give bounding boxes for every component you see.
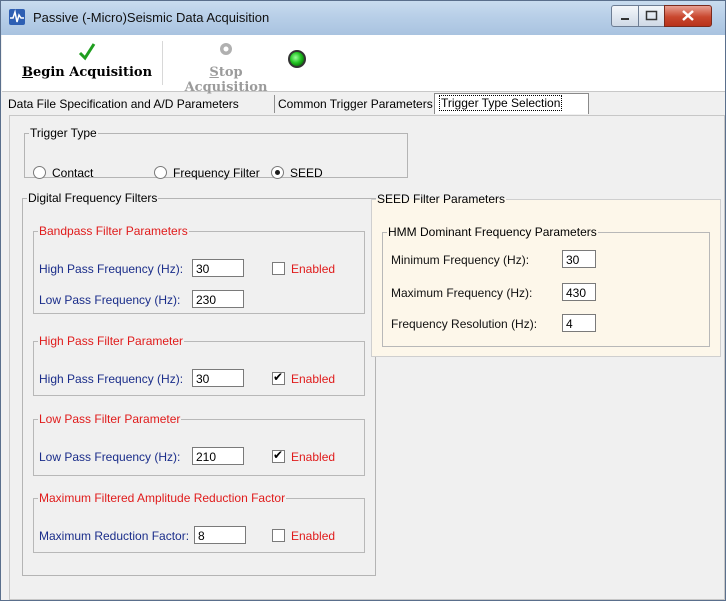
lowpass-enabled-box bbox=[272, 448, 285, 463]
maximize-icon bbox=[645, 10, 658, 21]
lowpass-filter-group: Low Pass Filter Parameter Low Pass Frequ… bbox=[33, 412, 365, 476]
lowpass-enabled-label: Enabled bbox=[291, 450, 336, 464]
main-window: Passive (-Micro)Seismic Data Acquisition… bbox=[0, 0, 726, 601]
toolbar: Begin Acquisition Stop Acquisition bbox=[2, 35, 725, 95]
highpass-enabled-checkbox[interactable]: Enabled bbox=[272, 370, 336, 386]
highpass-filter-group: High Pass Filter Parameter High Pass Fre… bbox=[33, 334, 365, 396]
frequency-resolution-label: Frequency Resolution (Hz): bbox=[391, 317, 538, 331]
stop-gear-icon bbox=[220, 43, 232, 55]
tab-trigger-type-selection-label: Trigger Type Selection bbox=[439, 95, 563, 111]
highpass-input[interactable]: 30 bbox=[192, 369, 244, 387]
max-reduction-legend: Maximum Filtered Amplitude Reduction Fac… bbox=[39, 491, 286, 505]
close-icon bbox=[682, 10, 694, 21]
bandpass-filter-group: Bandpass Filter Parameters High Pass Fre… bbox=[33, 224, 365, 314]
seed-filter-group: SEED Filter Parameters HMM Dominant Freq… bbox=[371, 192, 721, 357]
max-reduction-enabled-label: Enabled bbox=[291, 529, 336, 543]
bandpass-filter-legend: Bandpass Filter Parameters bbox=[39, 224, 188, 238]
hmm-dominant-frequency-legend: HMM Dominant Frequency Parameters bbox=[388, 225, 597, 239]
lowpass-input[interactable]: 210 bbox=[192, 447, 244, 465]
minimize-button[interactable] bbox=[611, 5, 639, 27]
radio-frequency-filter-dot bbox=[154, 166, 167, 179]
begin-acquisition-label: Begin Acquisition bbox=[21, 65, 153, 80]
radio-seed-label: SEED bbox=[290, 166, 323, 180]
trigger-type-group: Trigger Type Contact Frequency Filter SE… bbox=[24, 126, 408, 180]
max-frequency-label: Maximum Frequency (Hz): bbox=[391, 286, 533, 300]
minimize-icon bbox=[621, 18, 629, 20]
maximize-button[interactable] bbox=[638, 5, 665, 27]
max-reduction-group: Maximum Filtered Amplitude Reduction Fac… bbox=[33, 491, 365, 553]
radio-contact-label: Contact bbox=[52, 166, 94, 180]
trigger-type-legend: Trigger Type bbox=[30, 126, 97, 140]
lowpass-filter-legend: Low Pass Filter Parameter bbox=[39, 412, 181, 426]
radio-frequency-filter-label: Frequency Filter bbox=[173, 166, 260, 180]
max-frequency-input[interactable]: 430 bbox=[562, 283, 596, 301]
radio-seed[interactable]: SEED bbox=[271, 166, 323, 180]
tab-data-file-specification[interactable]: Data File Specification and A/D Paramete… bbox=[4, 95, 275, 113]
highpass-enabled-label: Enabled bbox=[291, 372, 336, 386]
seed-filter-legend: SEED Filter Parameters bbox=[377, 192, 506, 206]
max-reduction-enabled-checkbox[interactable]: Enabled bbox=[272, 529, 335, 543]
highpass-label: High Pass Frequency (Hz): bbox=[39, 372, 184, 386]
title-bar[interactable]: Passive (-Micro)Seismic Data Acquisition bbox=[1, 1, 725, 35]
highpass-enabled-box bbox=[272, 370, 285, 385]
status-led-icon bbox=[288, 50, 306, 68]
max-reduction-enabled-box bbox=[272, 529, 285, 542]
lowpass-enabled-checkbox[interactable]: Enabled bbox=[272, 448, 336, 464]
frequency-resolution-input[interactable]: 4 bbox=[562, 314, 596, 332]
tab-trigger-type-selection[interactable]: Trigger Type Selection bbox=[434, 93, 589, 114]
bandpass-enabled-box bbox=[272, 262, 285, 275]
tab-panel: Trigger Type Contact Frequency Filter SE… bbox=[9, 115, 725, 600]
bandpass-high-label: High Pass Frequency (Hz): bbox=[39, 262, 184, 276]
radio-contact-dot bbox=[33, 166, 46, 179]
highpass-filter-legend: High Pass Filter Parameter bbox=[39, 334, 184, 348]
radio-contact[interactable]: Contact bbox=[33, 166, 93, 180]
radio-seed-dot bbox=[271, 166, 284, 179]
max-reduction-input[interactable]: 8 bbox=[194, 526, 246, 544]
bandpass-enabled-checkbox[interactable]: Enabled bbox=[272, 262, 335, 276]
digital-frequency-filters-legend: Digital Frequency Filters bbox=[28, 191, 158, 205]
hmm-dominant-frequency-group: HMM Dominant Frequency Parameters Minimu… bbox=[382, 225, 710, 347]
bandpass-low-label: Low Pass Frequency (Hz): bbox=[39, 293, 181, 307]
checkmark-icon bbox=[78, 43, 96, 61]
radio-frequency-filter[interactable]: Frequency Filter bbox=[154, 166, 260, 180]
window-title: Passive (-Micro)Seismic Data Acquisition bbox=[33, 10, 270, 25]
max-reduction-label: Maximum Reduction Factor: bbox=[39, 529, 190, 543]
bandpass-low-input[interactable]: 230 bbox=[192, 290, 244, 308]
min-frequency-input[interactable]: 30 bbox=[562, 250, 596, 268]
bandpass-enabled-label: Enabled bbox=[291, 262, 336, 276]
min-frequency-label: Minimum Frequency (Hz): bbox=[391, 253, 530, 267]
bandpass-high-input[interactable]: 30 bbox=[192, 259, 244, 277]
lowpass-label: Low Pass Frequency (Hz): bbox=[39, 450, 181, 464]
app-seismic-icon bbox=[9, 9, 25, 25]
stop-acquisition-button[interactable]: Stop Acquisition bbox=[170, 39, 282, 95]
toolbar-separator bbox=[162, 41, 163, 85]
stop-acquisition-label: Stop Acquisition bbox=[184, 65, 268, 95]
begin-acquisition-button[interactable]: Begin Acquisition bbox=[12, 39, 162, 87]
digital-frequency-filters-group: Digital Frequency Filters Bandpass Filte… bbox=[22, 191, 376, 576]
tab-common-trigger-parameters[interactable]: Common Trigger Parameters bbox=[274, 95, 438, 113]
close-button[interactable] bbox=[664, 5, 712, 27]
